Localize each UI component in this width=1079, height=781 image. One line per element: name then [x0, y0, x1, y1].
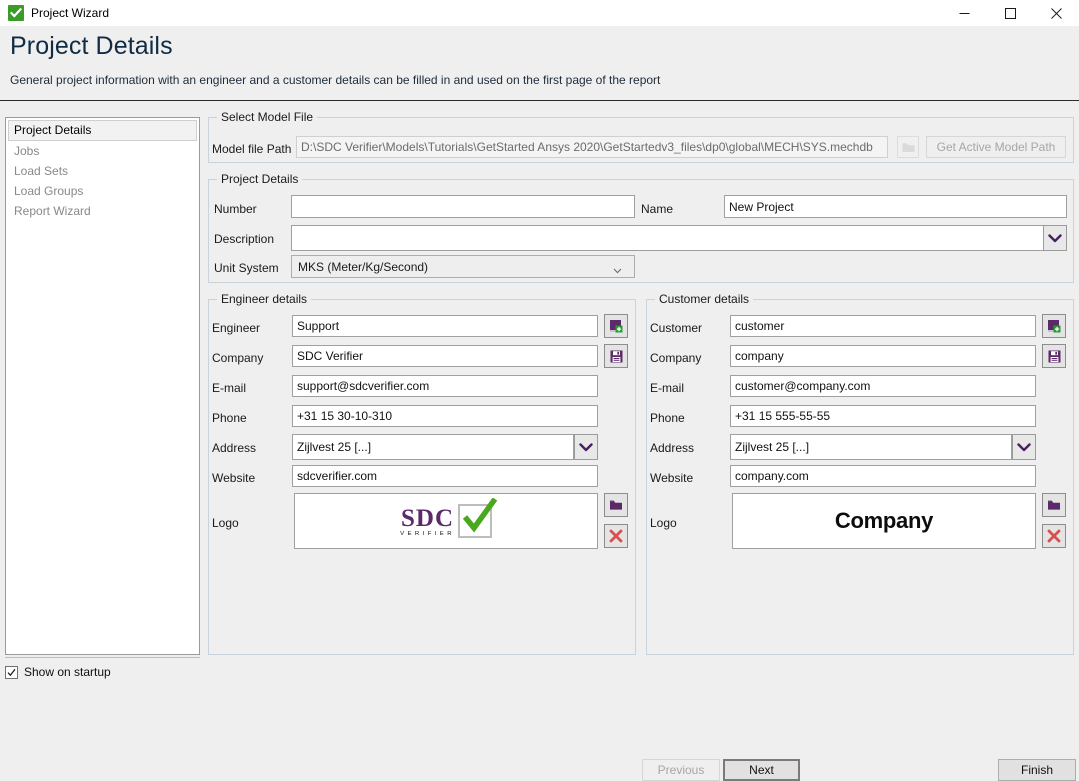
wizard-step-list[interactable]: Project Details Jobs Load Sets Load Grou… — [5, 117, 200, 655]
sidebar-item-load-groups[interactable]: Load Groups — [8, 181, 197, 201]
page-subtitle: General project information with an engi… — [10, 73, 1069, 87]
footer-divider — [5, 657, 200, 658]
number-label: Number — [214, 202, 257, 216]
sdc-logo-main-text: SDC — [401, 506, 454, 531]
checkbox-box[interactable] — [5, 666, 18, 679]
save-floppy-icon — [1047, 349, 1062, 364]
chevron-down-icon — [579, 443, 593, 452]
check-square-icon — [8, 5, 24, 21]
show-on-startup-label: Show on startup — [24, 665, 111, 679]
engineer-save-contact-button[interactable] — [604, 344, 628, 368]
customer-add-contact-button[interactable] — [1042, 314, 1066, 338]
engineer-address-label: Address — [212, 441, 256, 455]
next-button[interactable]: Next — [723, 759, 800, 781]
footer-bar: Show on startup Previous Next Finish — [0, 657, 1079, 686]
unit-system-label: Unit System — [214, 261, 279, 275]
sdc-verifier-logo: SDC VERIFIER — [400, 504, 492, 538]
name-input[interactable]: New Project — [724, 195, 1067, 218]
customer-address-dropdown-button[interactable] — [1012, 434, 1036, 460]
model-file-path-label: Model file Path — [212, 142, 291, 156]
customer-website-input[interactable]: company.com — [730, 465, 1036, 487]
customer-address-input[interactable]: Zijlvest 25 [...] — [730, 434, 1012, 460]
select-model-file-legend: Select Model File — [217, 110, 317, 124]
project-details-legend: Project Details — [217, 172, 302, 186]
number-input[interactable] — [291, 195, 635, 218]
previous-button[interactable]: Previous — [642, 759, 720, 781]
company-logo-text: Company — [835, 508, 933, 534]
folder-icon — [609, 499, 623, 511]
green-check-icon — [458, 504, 492, 538]
name-label: Name — [641, 202, 673, 216]
folder-icon — [1047, 499, 1061, 511]
customer-address-label: Address — [650, 441, 694, 455]
get-active-model-path-button[interactable]: Get Active Model Path — [926, 136, 1066, 158]
sidebar-item-jobs[interactable]: Jobs — [8, 141, 197, 161]
description-dropdown-button[interactable] — [1043, 225, 1067, 251]
engineer-name-label: Engineer — [212, 321, 260, 335]
window-title: Project Wizard — [31, 6, 109, 20]
engineer-browse-logo-button[interactable] — [604, 493, 628, 517]
customer-email-label: E-mail — [650, 381, 684, 395]
engineer-email-label: E-mail — [212, 381, 246, 395]
save-floppy-icon — [609, 349, 624, 364]
engineer-details-legend: Engineer details — [217, 292, 311, 306]
folder-icon — [902, 142, 915, 153]
customer-phone-input[interactable]: +31 15 555-55-55 — [730, 405, 1036, 427]
customer-clear-logo-button[interactable] — [1042, 524, 1066, 548]
address-book-add-icon — [608, 318, 624, 334]
customer-website-label: Website — [650, 471, 693, 485]
title-bar: Project Wizard — [0, 0, 1079, 26]
engineer-logo-preview[interactable]: SDC VERIFIER — [294, 493, 598, 549]
engineer-website-input[interactable]: sdcverifier.com — [292, 465, 598, 487]
engineer-phone-label: Phone — [212, 411, 247, 425]
engineer-email-input[interactable]: support@sdcverifier.com — [292, 375, 598, 397]
customer-name-input[interactable]: customer — [730, 315, 1036, 337]
customer-company-input[interactable]: company — [730, 345, 1036, 367]
customer-logo-label: Logo — [650, 516, 677, 530]
maximize-icon[interactable] — [987, 0, 1033, 26]
engineer-name-input[interactable]: Support — [292, 315, 598, 337]
browse-model-file-button[interactable] — [897, 136, 919, 158]
customer-details-legend: Customer details — [655, 292, 753, 306]
customer-browse-logo-button[interactable] — [1042, 493, 1066, 517]
engineer-add-contact-button[interactable] — [604, 314, 628, 338]
engineer-clear-logo-button[interactable] — [604, 524, 628, 548]
engineer-company-input[interactable]: SDC Verifier — [292, 345, 598, 367]
page-header: Project Details General project informat… — [0, 26, 1079, 101]
customer-name-label: Customer — [650, 321, 702, 335]
sdc-logo-sub-text: VERIFIER — [400, 531, 455, 536]
show-on-startup-checkbox[interactable]: Show on startup — [5, 665, 111, 679]
red-x-icon — [609, 529, 623, 543]
customer-phone-label: Phone — [650, 411, 685, 425]
engineer-address-input[interactable]: Zijlvest 25 [...] — [292, 434, 574, 460]
sidebar-item-project-details[interactable]: Project Details — [8, 120, 197, 141]
customer-save-contact-button[interactable] — [1042, 344, 1066, 368]
minimize-icon[interactable] — [941, 0, 987, 26]
model-file-path-input[interactable]: D:\SDC Verifier\Models\Tutorials\GetStar… — [296, 136, 888, 158]
customer-logo-preview[interactable]: Company — [732, 493, 1036, 549]
engineer-address-dropdown-button[interactable] — [574, 434, 598, 460]
engineer-website-label: Website — [212, 471, 255, 485]
engineer-company-label: Company — [212, 351, 263, 365]
window-controls — [941, 0, 1079, 26]
chevron-down-icon — [1048, 234, 1062, 243]
engineer-phone-input[interactable]: +31 15 30-10-310 — [292, 405, 598, 427]
sidebar-item-report-wizard[interactable]: Report Wizard — [8, 201, 197, 221]
content-area: Project Details Jobs Load Sets Load Grou… — [0, 101, 1079, 686]
engineer-logo-label: Logo — [212, 516, 239, 530]
page-title: Project Details — [10, 32, 1069, 61]
unit-system-select[interactable]: MKS (Meter/Kg/Second) — [291, 255, 635, 278]
close-icon[interactable] — [1033, 0, 1079, 26]
description-input[interactable] — [291, 225, 1044, 251]
customer-company-label: Company — [650, 351, 701, 365]
finish-button[interactable]: Finish — [998, 759, 1076, 781]
address-book-add-icon — [1046, 318, 1062, 334]
description-label: Description — [214, 232, 274, 246]
customer-email-input[interactable]: customer@company.com — [730, 375, 1036, 397]
chevron-down-icon — [1017, 443, 1031, 452]
red-x-icon — [1047, 529, 1061, 543]
sidebar-item-load-sets[interactable]: Load Sets — [8, 161, 197, 181]
